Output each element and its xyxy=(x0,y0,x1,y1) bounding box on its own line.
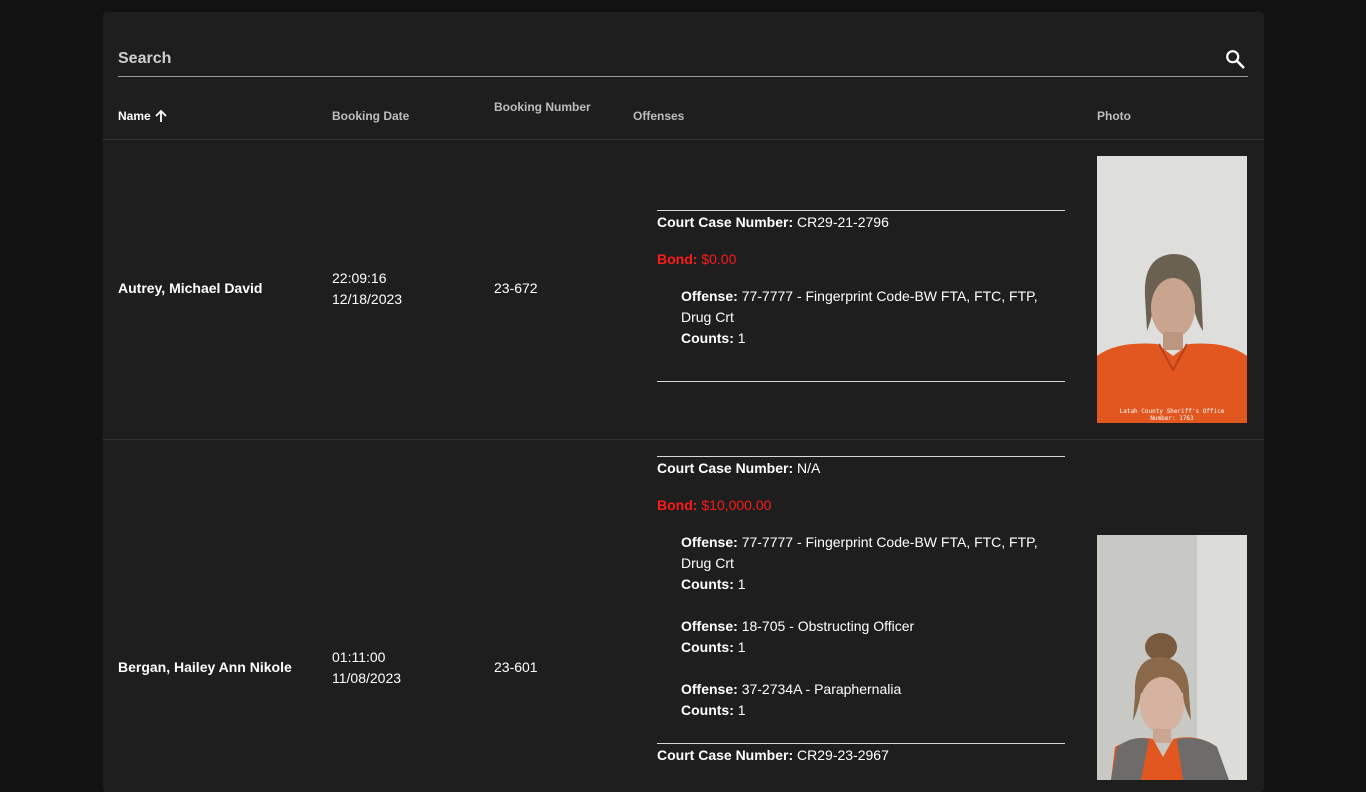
column-header-booking-date[interactable]: Booking Date xyxy=(332,109,409,123)
offense-item: Offense: 77-7777 - Fingerprint Code-BW F… xyxy=(681,286,1065,349)
bond: Bond: $0.00 xyxy=(657,249,1065,270)
inmate-photo[interactable]: Latah County Sheriff's Office Number: 17… xyxy=(1097,156,1247,423)
court-case-value: CR29-21-2796 xyxy=(797,214,889,230)
table-header: Name Booking Date Booking Number Offense… xyxy=(103,88,1264,140)
offenses-list: Court Case Number: N/A Bond: $10,000.00 … xyxy=(657,456,1065,766)
offense-value: 37-2734A - Paraphernalia xyxy=(741,681,902,697)
column-header-name-label: Name xyxy=(118,109,151,123)
search-input[interactable] xyxy=(118,48,1208,70)
arrow-up-icon xyxy=(155,109,167,122)
counts-value: 1 xyxy=(737,639,746,655)
booking-number: 23-601 xyxy=(494,659,538,675)
counts-value: 1 xyxy=(737,330,746,346)
bond-label: Bond: xyxy=(657,497,698,513)
court-case-number: Court Case Number: N/A xyxy=(657,458,1065,479)
offense-value: 18-705 - Obstructing Officer xyxy=(741,618,915,634)
booking-date: 22:09:16 12/18/2023 xyxy=(332,268,402,310)
inmate-roster-panel: Name Booking Date Booking Number Offense… xyxy=(103,12,1264,792)
court-case-number: Court Case Number: CR29-21-2796 xyxy=(657,212,1065,233)
case-spacer xyxy=(657,349,1065,381)
offense-label: Offense: xyxy=(681,618,738,634)
case-spacer xyxy=(657,721,1065,743)
mugshot-image: Latah County Sheriff's Office Number: 17… xyxy=(1097,156,1247,423)
counts-label: Counts: xyxy=(681,330,734,346)
booking-time: 22:09:16 xyxy=(332,270,387,286)
court-case: Court Case Number: CR29-23-2967 xyxy=(657,743,1065,766)
counts-value: 1 xyxy=(737,702,746,718)
offense-label: Offense: xyxy=(681,681,738,697)
court-case-number: Court Case Number: CR29-23-2967 xyxy=(657,745,1065,766)
court-case-label: Court Case Number: xyxy=(657,747,794,763)
table-row: Bergan, Hailey Ann Nikole 01:11:00 11/08… xyxy=(103,440,1264,792)
booking-day: 11/08/2023 xyxy=(332,670,402,686)
offense-item: Offense: 77-7777 - Fingerprint Code-BW F… xyxy=(681,532,1065,595)
bond-value: $10,000.00 xyxy=(701,497,772,513)
booking-date: 01:11:00 11/08/2023 xyxy=(332,647,401,689)
offenses-list: Court Case Number: CR29-21-2796 Bond: $0… xyxy=(657,210,1065,382)
counts-label: Counts: xyxy=(681,576,734,592)
court-case-value: N/A xyxy=(797,460,821,476)
search-icon[interactable] xyxy=(1224,48,1246,70)
photo-caption-line1: Latah County Sheriff's Office xyxy=(1120,408,1225,415)
inmate-name: Autrey, Michael David xyxy=(118,280,263,296)
offense-label: Offense: xyxy=(681,534,738,550)
booking-day: 12/18/2023 xyxy=(332,291,403,307)
booking-time: 01:11:00 xyxy=(332,649,386,665)
column-header-booking-number[interactable]: Booking Number xyxy=(494,100,591,114)
court-case-value: CR29-23-2967 xyxy=(797,747,889,763)
court-case-label: Court Case Number: xyxy=(657,214,794,230)
counts-label: Counts: xyxy=(681,639,734,655)
column-header-name[interactable]: Name xyxy=(118,109,168,123)
mugshot-image xyxy=(1097,535,1247,780)
bond: Bond: $10,000.00 xyxy=(657,495,1065,516)
inmate-name: Bergan, Hailey Ann Nikole xyxy=(118,659,292,675)
bond-label: Bond: xyxy=(657,251,698,267)
court-case-label: Court Case Number: xyxy=(657,460,794,476)
column-header-photo[interactable]: Photo xyxy=(1097,109,1131,123)
counts-value: 1 xyxy=(737,576,746,592)
court-case: Court Case Number: CR29-21-2796 Bond: $0… xyxy=(657,210,1065,382)
search-bar xyxy=(118,40,1248,77)
bond-value: $0.00 xyxy=(701,251,737,267)
booking-number: 23-672 xyxy=(494,280,538,296)
column-header-offenses[interactable]: Offenses xyxy=(633,109,684,123)
offense-item: Offense: 37-2734A - Paraphernalia Counts… xyxy=(681,679,1065,721)
photo-caption-line2: Number: 1763 xyxy=(1150,415,1194,422)
court-case: Court Case Number: N/A Bond: $10,000.00 … xyxy=(657,456,1065,743)
offense-item: Offense: 18-705 - Obstructing Officer Co… xyxy=(681,616,1065,658)
counts-label: Counts: xyxy=(681,702,734,718)
offense-label: Offense: xyxy=(681,288,738,304)
inmate-photo[interactable] xyxy=(1097,535,1247,780)
table-row: Autrey, Michael David 22:09:16 12/18/202… xyxy=(103,140,1264,440)
